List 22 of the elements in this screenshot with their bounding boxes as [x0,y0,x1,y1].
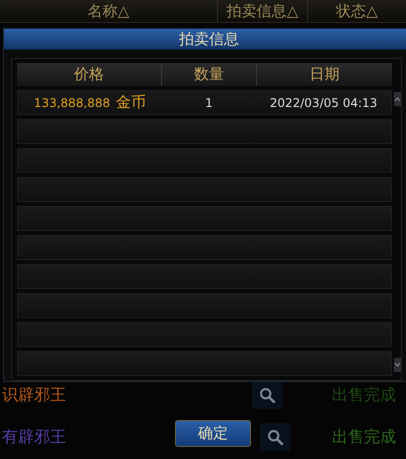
column-header[interactable]: 名称△ [0,0,218,22]
scroll-up-icon[interactable] [394,92,401,106]
dialog-title: 拍卖信息 [179,30,239,48]
status-text: 出售完成 [332,384,396,406]
column-header[interactable]: 拍卖信息△ [218,0,308,22]
column-header: 日期 [308,64,340,85]
column-header[interactable]: 状态△ [308,0,406,22]
table-row[interactable]: 133,888,888 金币 1 2022/03/05 04:13 [17,90,392,115]
status-text: 出售完成 [332,426,396,448]
item-name: 有辟邪王 [2,426,66,446]
column-header: 价格 [17,63,162,86]
quantity-cell-text: 1 [204,94,214,112]
price-cell-text: 133,888,888 金币 [32,92,148,113]
item-name: 识辟邪王 [2,384,66,404]
column-header: 数量 [162,63,257,86]
search-icon [268,430,282,444]
scroll-down-icon[interactable] [394,358,401,372]
date-cell-text: 2022/03/05 04:13 [268,94,378,112]
search-button[interactable] [260,423,290,451]
search-icon [260,388,274,402]
confirm-button[interactable]: 确定 [175,420,251,447]
search-button[interactable] [252,381,282,409]
